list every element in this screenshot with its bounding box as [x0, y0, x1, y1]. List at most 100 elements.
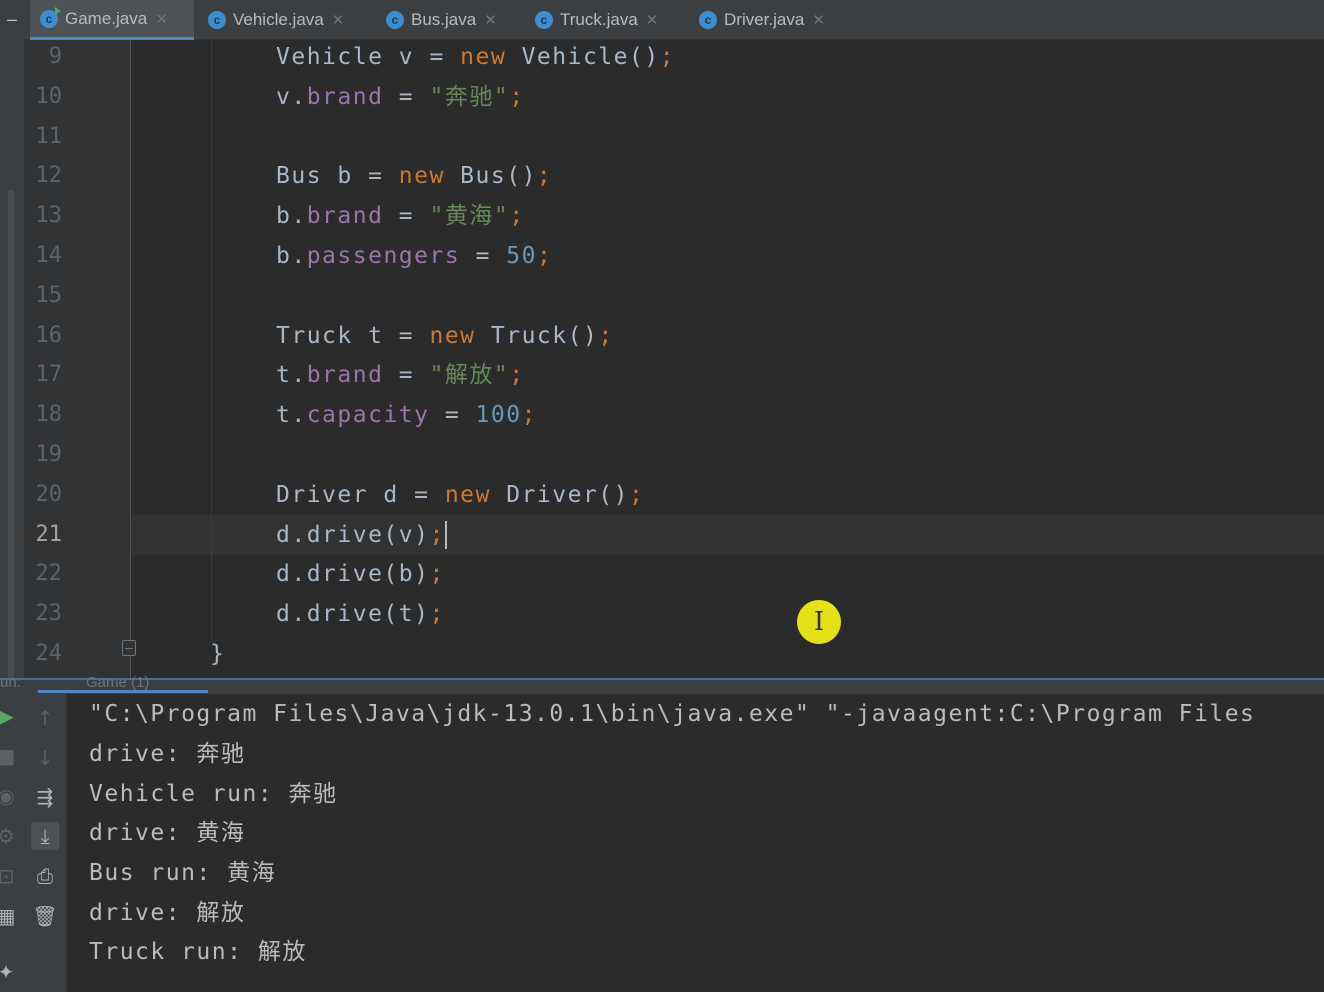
code-line[interactable]: 14 b.passengers = 50; [0, 236, 1324, 276]
tab-truck-java[interactable]: c Truck.java ✕ [525, 0, 690, 40]
line-number: 10 [35, 83, 63, 109]
code-token: "解放" [429, 362, 510, 389]
code-token: ; [509, 362, 525, 389]
run-tab-game[interactable]: Game (1) [86, 674, 149, 691]
code-token: b. [276, 203, 307, 230]
line-number: 13 [35, 203, 63, 229]
code-token: passengers [306, 243, 461, 269]
code-token: new [444, 481, 491, 508]
code-token: = [383, 83, 430, 110]
code-token: Driver d = [276, 481, 445, 508]
layout-icon[interactable]: ▦ [0, 902, 20, 930]
code-line[interactable]: 21 d.drive(v); [0, 515, 1324, 555]
trash-icon[interactable]: 🗑 [31, 902, 59, 930]
code-line[interactable]: 19 [0, 435, 1324, 475]
code-token: t. [276, 402, 307, 429]
text-caret [444, 521, 447, 550]
fold-marker-icon[interactable] [122, 640, 136, 656]
close-icon[interactable]: ✕ [646, 11, 659, 29]
run-panel-title: un: [0, 674, 21, 691]
code-line[interactable]: 22 d.drive(b); [0, 554, 1324, 594]
class-icon: c [40, 6, 61, 28]
tab-menu-icon[interactable]: – [0, 0, 24, 40]
close-icon[interactable]: ✕ [484, 11, 497, 29]
line-number: 24 [35, 641, 63, 666]
close-icon[interactable]: ✕ [155, 10, 168, 28]
soft-wrap-icon[interactable]: ⇶ [31, 783, 59, 811]
code-token: ; [509, 83, 525, 110]
code-token: d.drive(t) [276, 601, 430, 628]
tab-driver-java[interactable]: c Driver.java ✕ [689, 0, 859, 40]
code-token: "奔驰" [429, 83, 510, 110]
tab-label: Vehicle.java [233, 10, 324, 29]
code-line[interactable]: 20 Driver d = new Driver(); [0, 475, 1324, 515]
line-number: 18 [35, 402, 63, 428]
code-token: Vehicle() [506, 44, 660, 70]
code-line[interactable]: 12 Bus b = new Bus(); [0, 156, 1324, 196]
code-text: Truck t = new Truck(); [276, 316, 614, 356]
code-token: ; [536, 243, 553, 269]
up-arrow-icon[interactable]: ↑ [31, 704, 59, 732]
code-text: t.capacity = 100; [276, 395, 537, 435]
close-icon[interactable]: ✕ [812, 11, 825, 29]
rerun-icon[interactable]: ▶ [0, 702, 20, 730]
code-line[interactable]: 24} [0, 634, 1324, 674]
tab-game-java[interactable]: c Game.java ✕ [30, 0, 194, 40]
code-line[interactable]: 9 Vehicle v = new Vehicle(); [0, 40, 1324, 77]
code-text: d.drive(b); [276, 554, 445, 594]
code-text: Vehicle v = new Vehicle(); [276, 40, 675, 77]
editor-tab-bar: – c Game.java ✕ c Vehicle.java ✕ c Bus.j… [0, 0, 1324, 40]
line-number: 16 [35, 322, 63, 348]
stop-icon[interactable]: ■ [0, 742, 20, 770]
tab-label: Bus.java [411, 10, 477, 29]
class-icon: c [535, 11, 553, 29]
code-token: t. [276, 362, 307, 389]
code-token: 50 [506, 243, 537, 269]
line-number: 21 [35, 521, 63, 547]
code-line[interactable]: 13 b.brand = "黄海"; [0, 196, 1324, 236]
line-number: 9 [48, 44, 62, 69]
line-number: 15 [35, 282, 63, 308]
code-text: d.drive(t); [276, 594, 445, 634]
scroll-to-end-icon[interactable]: ⤓ [31, 822, 59, 850]
code-line[interactable]: 17 t.brand = "解放"; [0, 355, 1324, 395]
code-line[interactable]: 10 v.brand = "奔驰"; [0, 77, 1324, 117]
run-toolbar-primary: ▶ ■ ◉ ⚙ ⊡ ▦ ✦ [0, 694, 24, 992]
tab-vehicle-java[interactable]: c Vehicle.java ✕ [198, 0, 370, 40]
code-line[interactable]: 15 [0, 276, 1324, 316]
camera-icon[interactable]: ◉ [0, 782, 20, 810]
down-arrow-icon[interactable]: ↓ [31, 744, 59, 772]
code-text: } [210, 634, 225, 674]
line-number: 23 [35, 601, 63, 627]
console-line: drive: 黄海 [89, 820, 246, 846]
print-icon[interactable]: ⎙ [31, 862, 59, 890]
code-token: = [460, 243, 507, 269]
settings-icon[interactable]: ⚙ [0, 822, 20, 850]
code-token: ; [521, 402, 537, 429]
run-panel-header: un: Game (1) [0, 674, 1324, 694]
console-line: Bus run: 黄海 [89, 860, 277, 886]
restore-layout-icon[interactable]: ⊡ [0, 862, 20, 890]
code-token: brand [306, 83, 384, 110]
code-editor[interactable]: 9 Vehicle v = new Vehicle(); 10 v.brand = "… [0, 40, 1324, 678]
tab-bus-java[interactable]: c Bus.java ✕ [376, 0, 522, 40]
code-token: ; [429, 601, 445, 628]
code-token: brand [306, 362, 384, 389]
code-line[interactable]: 23 d.drive(t); [0, 594, 1324, 634]
code-token: Driver() [490, 481, 629, 508]
code-token: brand [306, 203, 384, 230]
code-token: ; [536, 163, 553, 190]
console-output[interactable]: "C:\Program Files\Java\jdk-13.0.1\bin\ja… [67, 694, 1324, 992]
code-token: 100 [475, 402, 522, 429]
line-number: 11 [35, 123, 63, 149]
close-icon[interactable]: ✕ [332, 11, 345, 29]
code-text: Bus b = new Bus(); [276, 156, 552, 196]
line-number: 17 [35, 362, 63, 388]
code-text: Driver d = new Driver(); [276, 475, 644, 515]
code-line[interactable]: 18 t.capacity = 100; [0, 395, 1324, 435]
code-line[interactable]: 16 Truck t = new Truck(); [0, 316, 1324, 356]
pin-icon[interactable]: ✦ [0, 958, 20, 986]
code-token: ; [429, 561, 445, 588]
code-line[interactable]: 11 [0, 117, 1324, 157]
code-token: d.drive(v) [276, 521, 430, 548]
